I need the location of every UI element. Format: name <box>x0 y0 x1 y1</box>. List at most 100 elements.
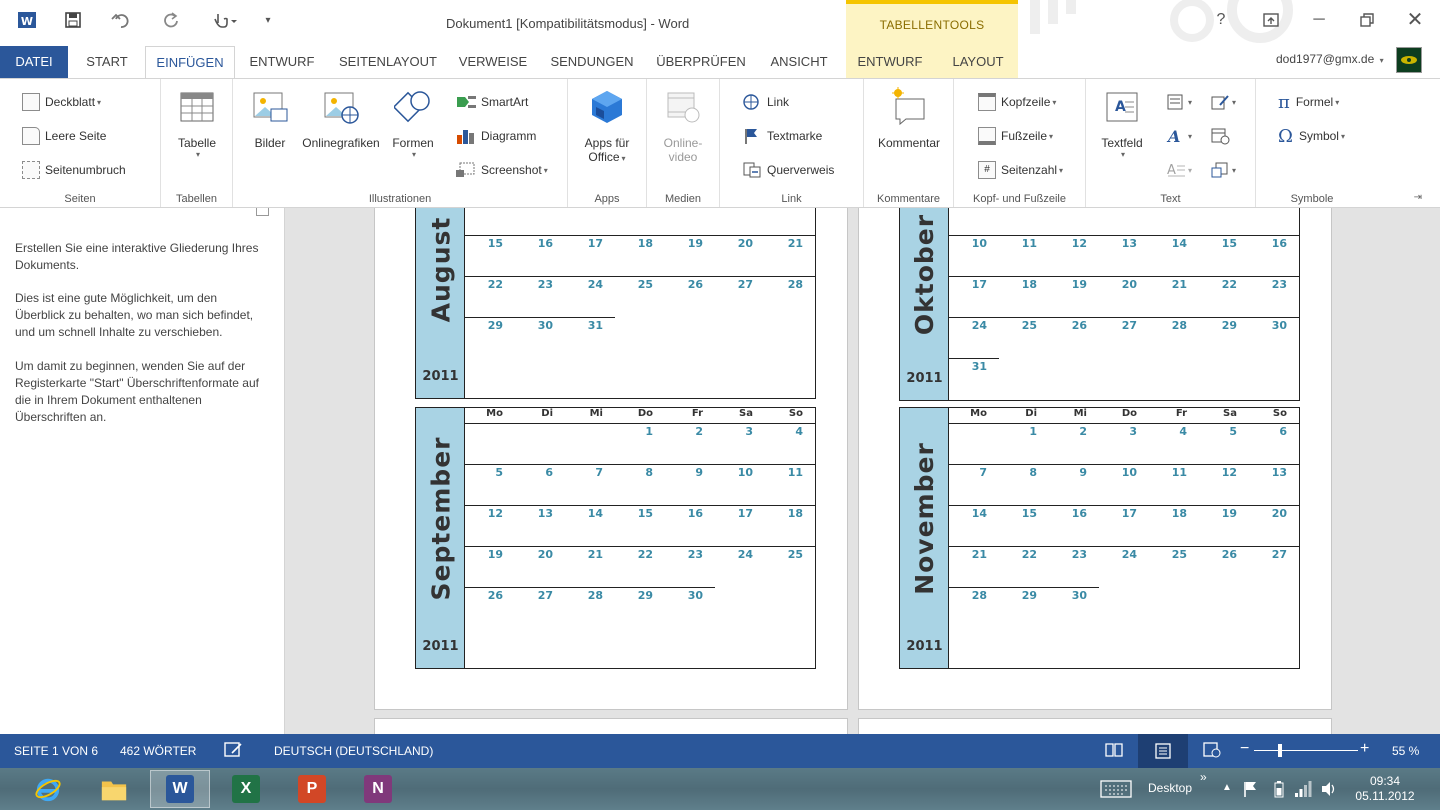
day-cell[interactable]: 16 <box>521 237 553 250</box>
day-cell[interactable]: 3 <box>1105 425 1137 438</box>
day-cell[interactable]: 11 <box>771 466 803 479</box>
day-cell[interactable]: 22 <box>621 548 653 561</box>
onlinevideo-button[interactable]: Online- video <box>653 87 713 164</box>
tab-sendungen[interactable]: SENDUNGEN <box>545 46 639 78</box>
link-button[interactable]: Link <box>742 91 789 113</box>
taskbar-onenote[interactable]: N <box>348 770 408 808</box>
deckblatt-button[interactable]: Deckblatt ▾ <box>22 91 101 113</box>
day-cell[interactable]: 13 <box>1105 237 1137 250</box>
day-cell[interactable]: 13 <box>1255 466 1287 479</box>
day-cell[interactable]: 24 <box>571 278 603 291</box>
day-cell[interactable]: 5 <box>1205 425 1237 438</box>
day-cell[interactable]: 24 <box>1105 548 1137 561</box>
day-cell[interactable]: 2 <box>1055 425 1087 438</box>
day-cell[interactable]: 15 <box>621 507 653 520</box>
day-cell[interactable]: 3 <box>721 425 753 438</box>
day-cell[interactable]: 10 <box>1105 466 1137 479</box>
page-count-status[interactable]: SEITE 1 VON 6 <box>14 744 98 758</box>
tab-verweise[interactable]: VERWEISE <box>455 46 531 78</box>
day-cell[interactable]: 14 <box>955 507 987 520</box>
day-cell[interactable]: 28 <box>1155 319 1187 332</box>
day-cell[interactable]: 28 <box>771 278 803 291</box>
tabelle-button[interactable]: Tabelle ▾ <box>169 87 225 159</box>
day-cell[interactable]: 29 <box>1205 319 1237 332</box>
calendar-september[interactable]: September 2011 Mo Di Mi Do Fr Sa So 1 2 3 4 5 6 7 8 9 10 11… <box>415 407 816 669</box>
day-cell[interactable]: 8 <box>1005 466 1037 479</box>
zoom-in-button[interactable]: + <box>1360 740 1369 758</box>
language-status[interactable]: DEUTSCH (DEUTSCHLAND) <box>274 744 433 758</box>
toolbar-chevron-icon[interactable]: » <box>1200 770 1207 784</box>
web-layout-icon[interactable] <box>1202 742 1222 761</box>
user-account[interactable]: dod1977@gmx.de ▾ <box>1276 52 1384 66</box>
print-layout-button[interactable] <box>1138 734 1188 768</box>
day-cell[interactable]: 25 <box>1005 319 1037 332</box>
calendar-august[interactable]: August 2011 15 16 17 18 19 20 21 22 23 24 25 26 27 28 29… <box>415 208 816 399</box>
formel-button[interactable]: π Formel ▾ <box>1278 91 1339 113</box>
day-cell[interactable]: 21 <box>571 548 603 561</box>
pin-ribbon-icon[interactable]: ⇥ <box>1414 192 1422 203</box>
network-signal-icon[interactable] <box>1294 780 1312 801</box>
day-cell[interactable]: 19 <box>1205 507 1237 520</box>
day-cell[interactable]: 24 <box>721 548 753 561</box>
day-cell[interactable]: 27 <box>1255 548 1287 561</box>
word-app-icon[interactable]: W <box>14 8 40 32</box>
day-cell[interactable]: 30 <box>1255 319 1287 332</box>
tab-start[interactable]: START <box>76 46 138 78</box>
day-cell[interactable]: 22 <box>1005 548 1037 561</box>
day-cell[interactable]: 19 <box>671 237 703 250</box>
show-hidden-icons-icon[interactable]: ▲ <box>1222 782 1232 793</box>
close-icon[interactable]: ✕ <box>1400 8 1430 32</box>
day-cell[interactable]: 30 <box>1055 589 1087 602</box>
day-cell[interactable]: 17 <box>571 237 603 250</box>
day-cell[interactable]: 1 <box>621 425 653 438</box>
day-cell[interactable]: 24 <box>955 319 987 332</box>
date-time-button[interactable] <box>1210 125 1230 147</box>
day-cell[interactable]: 22 <box>1205 278 1237 291</box>
screenshot-button[interactable]: Screenshot ▾ <box>455 159 548 181</box>
formen-button[interactable]: Formen ▾ <box>387 87 439 159</box>
day-cell[interactable]: 18 <box>1155 507 1187 520</box>
page-4[interactable] <box>858 718 1332 734</box>
day-cell[interactable]: 16 <box>1255 237 1287 250</box>
read-mode-icon[interactable] <box>1104 742 1124 761</box>
day-cell[interactable]: 5 <box>471 466 503 479</box>
word-count-status[interactable]: 462 WÖRTER <box>120 744 196 758</box>
day-cell[interactable]: 14 <box>571 507 603 520</box>
day-cell[interactable]: 14 <box>1155 237 1187 250</box>
wordart-button[interactable]: A ▾ <box>1166 125 1192 147</box>
day-cell[interactable]: 22 <box>471 278 503 291</box>
day-cell[interactable]: 19 <box>1055 278 1087 291</box>
seitenumbruch-button[interactable]: Seitenumbruch <box>22 159 126 181</box>
signature-line-button[interactable]: ▾ <box>1210 91 1236 113</box>
day-cell[interactable]: 12 <box>1055 237 1087 250</box>
day-cell[interactable]: 21 <box>1155 278 1187 291</box>
day-cell[interactable]: 8 <box>621 466 653 479</box>
zoom-slider-thumb[interactable] <box>1278 744 1282 757</box>
day-cell[interactable]: 10 <box>721 466 753 479</box>
day-cell[interactable]: 18 <box>1005 278 1037 291</box>
day-cell[interactable]: 12 <box>1205 466 1237 479</box>
taskbar-file-explorer[interactable] <box>84 770 144 808</box>
day-cell[interactable]: 4 <box>1155 425 1187 438</box>
day-cell[interactable]: 6 <box>521 466 553 479</box>
day-cell[interactable]: 20 <box>1255 507 1287 520</box>
day-cell[interactable]: 23 <box>521 278 553 291</box>
avatar[interactable] <box>1396 47 1422 73</box>
calendar-november[interactable]: November 2011 Mo Di Mi Do Fr Sa So 1 2 3 4 5 6 7 8 9 10 11 1… <box>899 407 1300 669</box>
day-cell[interactable]: 18 <box>621 237 653 250</box>
day-cell[interactable]: 31 <box>955 360 987 373</box>
tab-einfuegen[interactable]: EINFÜGEN <box>145 46 235 79</box>
onlinegrafiken-button[interactable]: Onlinegrafiken <box>299 87 383 150</box>
textfeld-button[interactable]: A Textfeld ▾ <box>1092 87 1152 159</box>
day-cell[interactable]: 20 <box>521 548 553 561</box>
bilder-button[interactable]: Bilder <box>245 87 295 150</box>
clock[interactable]: 09:34 05.11.2012 <box>1350 774 1420 804</box>
tab-datei[interactable]: DATEI <box>0 46 68 78</box>
day-cell[interactable]: 2 <box>671 425 703 438</box>
kopfzeile-button[interactable]: Kopfzeile ▾ <box>978 91 1056 113</box>
day-cell[interactable]: 7 <box>955 466 987 479</box>
day-cell[interactable]: 29 <box>621 589 653 602</box>
day-cell[interactable]: 18 <box>771 507 803 520</box>
day-cell[interactable]: 15 <box>1205 237 1237 250</box>
day-cell[interactable]: 11 <box>1155 466 1187 479</box>
